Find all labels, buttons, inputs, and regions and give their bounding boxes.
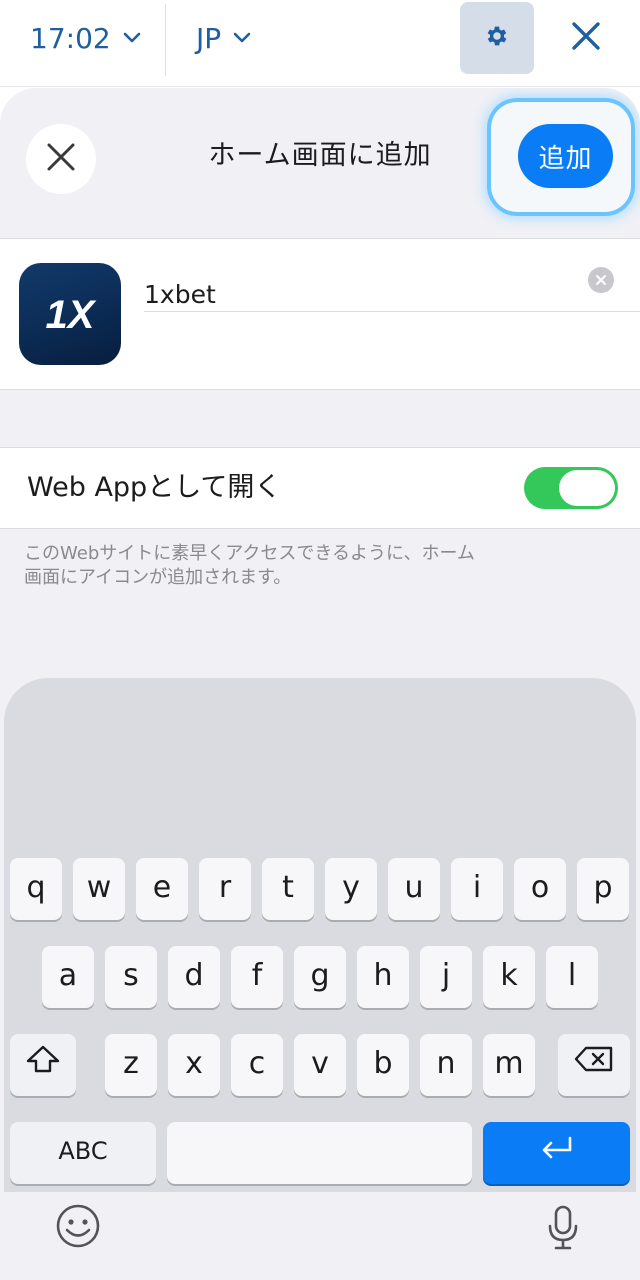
app-icon-logo: 1X — [46, 293, 97, 336]
webapp-toggle-label: Web Appとして開く — [27, 472, 282, 503]
gear-icon — [484, 23, 510, 53]
key-o[interactable]: o — [514, 858, 566, 920]
key-v[interactable]: v — [294, 1034, 346, 1096]
key-r[interactable]: r — [199, 858, 251, 920]
return-key[interactable] — [483, 1122, 630, 1184]
description-text: このWebサイトに素早くアクセスできるように、ホーム 画面にアイコンが追加されま… — [24, 542, 544, 590]
key-q[interactable]: q — [10, 858, 62, 920]
key-h[interactable]: h — [357, 946, 409, 1008]
key-l[interactable]: l — [546, 946, 598, 1008]
microphone-icon — [546, 1204, 580, 1256]
return-icon — [540, 1134, 574, 1169]
close-icon — [570, 20, 602, 56]
key-a[interactable]: a — [42, 946, 94, 1008]
add-button[interactable]: 追加 — [518, 124, 613, 188]
description-line: 画面にアイコンが追加されます。 — [24, 567, 292, 588]
key-f[interactable]: f — [231, 946, 283, 1008]
app-icon: 1X — [19, 263, 121, 365]
sheet-close-button[interactable] — [26, 124, 96, 194]
backspace-icon — [574, 1045, 614, 1081]
close-button[interactable] — [560, 12, 612, 64]
time-label: 17:02 — [30, 21, 111, 55]
key-z[interactable]: z — [105, 1034, 157, 1096]
space-key[interactable] — [167, 1122, 472, 1184]
close-icon — [46, 142, 76, 176]
time-selector[interactable]: 17:02 — [30, 18, 141, 58]
webapp-toggle-row: Web Appとして開く — [0, 447, 640, 529]
key-u[interactable]: u — [388, 858, 440, 920]
keyboard: q w e r t y u i o p a s d f g h j k l z … — [4, 678, 636, 1192]
key-m[interactable]: m — [483, 1034, 535, 1096]
key-c[interactable]: c — [231, 1034, 283, 1096]
abc-key[interactable]: ABC — [10, 1122, 156, 1184]
top-bar: 17:02 JP — [0, 0, 640, 87]
backspace-key[interactable] — [558, 1034, 630, 1096]
toggle-knob — [559, 470, 615, 506]
microphone-button[interactable] — [538, 1205, 588, 1255]
key-g[interactable]: g — [294, 946, 346, 1008]
emoji-button[interactable] — [53, 1203, 103, 1253]
divider — [144, 311, 640, 312]
webapp-toggle-switch[interactable] — [524, 467, 618, 509]
key-x[interactable]: x — [168, 1034, 220, 1096]
key-b[interactable]: b — [357, 1034, 409, 1096]
settings-button[interactable] — [460, 2, 534, 74]
app-info-card: 1X 1xbet — [0, 238, 640, 390]
chevron-down-icon — [123, 32, 141, 44]
key-e[interactable]: e — [136, 858, 188, 920]
description-line: このWebサイトに素早くアクセスできるように、ホーム — [24, 543, 475, 564]
key-d[interactable]: d — [168, 946, 220, 1008]
emoji-icon — [55, 1203, 101, 1253]
divider — [165, 4, 166, 76]
language-selector[interactable]: JP — [196, 18, 251, 58]
key-k[interactable]: k — [483, 946, 535, 1008]
clear-text-button[interactable] — [588, 267, 614, 293]
key-w[interactable]: w — [73, 858, 125, 920]
sheet-title: ホーム画面に追加 — [208, 140, 432, 171]
shift-key[interactable] — [10, 1034, 76, 1096]
key-t[interactable]: t — [262, 858, 314, 920]
key-n[interactable]: n — [420, 1034, 472, 1096]
key-s[interactable]: s — [105, 946, 157, 1008]
key-p[interactable]: p — [577, 858, 629, 920]
chevron-down-icon — [233, 32, 251, 44]
key-j[interactable]: j — [420, 946, 472, 1008]
language-label: JP — [196, 21, 222, 55]
shift-icon — [25, 1044, 61, 1082]
key-i[interactable]: i — [451, 858, 503, 920]
key-y[interactable]: y — [325, 858, 377, 920]
clear-icon — [595, 271, 607, 290]
